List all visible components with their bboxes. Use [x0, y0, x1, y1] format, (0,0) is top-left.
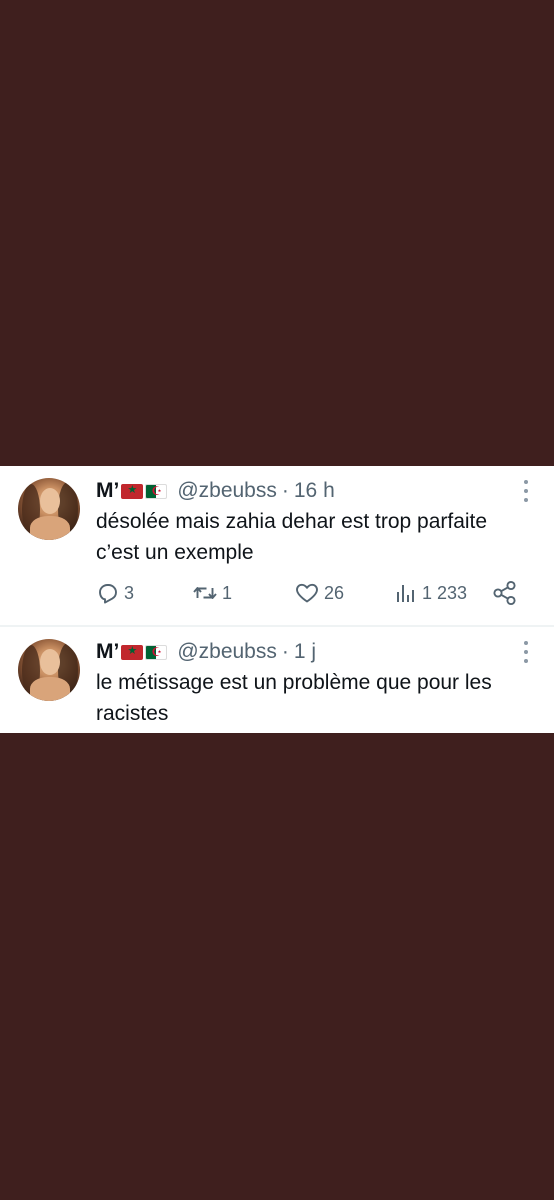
display-name[interactable]: M’ — [96, 478, 119, 504]
like-button[interactable]: 26 — [294, 580, 344, 606]
retweet-count: 1 — [222, 582, 233, 603]
separator: · — [281, 479, 289, 502]
reply-count: 3 — [124, 582, 135, 603]
tweet-text: le métissage est un problème que pour le… — [96, 671, 492, 725]
share-icon — [493, 580, 516, 606]
tweet-header: M’ @zbeubss · 1 j — [96, 639, 316, 665]
avatar[interactable] — [18, 639, 80, 701]
views-button[interactable]: 1 233 — [394, 580, 467, 606]
display-name[interactable]: M’ — [96, 639, 119, 665]
tweet-card[interactable]: M’ @zbeubss · 16 h désolée mais zahia de… — [0, 466, 554, 625]
analytics-icon — [397, 585, 414, 602]
algeria-flag-icon — [145, 644, 168, 660]
tweet-card[interactable]: M’ @zbeubss · 1 j le métissage est un pr… — [0, 627, 554, 733]
timestamp[interactable]: 1 j — [294, 639, 316, 665]
share-button[interactable] — [492, 580, 518, 606]
algeria-flag-icon — [145, 483, 168, 499]
more-options-icon[interactable] — [524, 480, 528, 502]
timestamp[interactable]: 16 h — [294, 478, 335, 504]
retweet-button[interactable]: 1 — [192, 580, 232, 606]
heart-icon — [296, 583, 318, 603]
handle[interactable]: @zbeubss — [177, 639, 277, 665]
tweet-actions: 3 1 26 1 233 — [96, 580, 526, 606]
tweet-text: désolée mais zahia dehar est trop parfai… — [96, 510, 488, 564]
avatar[interactable] — [18, 478, 80, 540]
morocco-flag-icon — [121, 644, 144, 660]
view-count: 1 233 — [422, 582, 468, 603]
retweet-icon — [193, 587, 217, 599]
like-count: 26 — [324, 582, 345, 603]
more-options-icon[interactable] — [524, 641, 528, 663]
handle[interactable]: @zbeubss — [177, 478, 277, 504]
tweet-header: M’ @zbeubss · 16 h — [96, 478, 335, 504]
reply-icon — [99, 584, 117, 604]
reply-button[interactable]: 3 — [96, 580, 134, 606]
morocco-flag-icon — [121, 483, 144, 499]
separator: · — [281, 640, 289, 663]
